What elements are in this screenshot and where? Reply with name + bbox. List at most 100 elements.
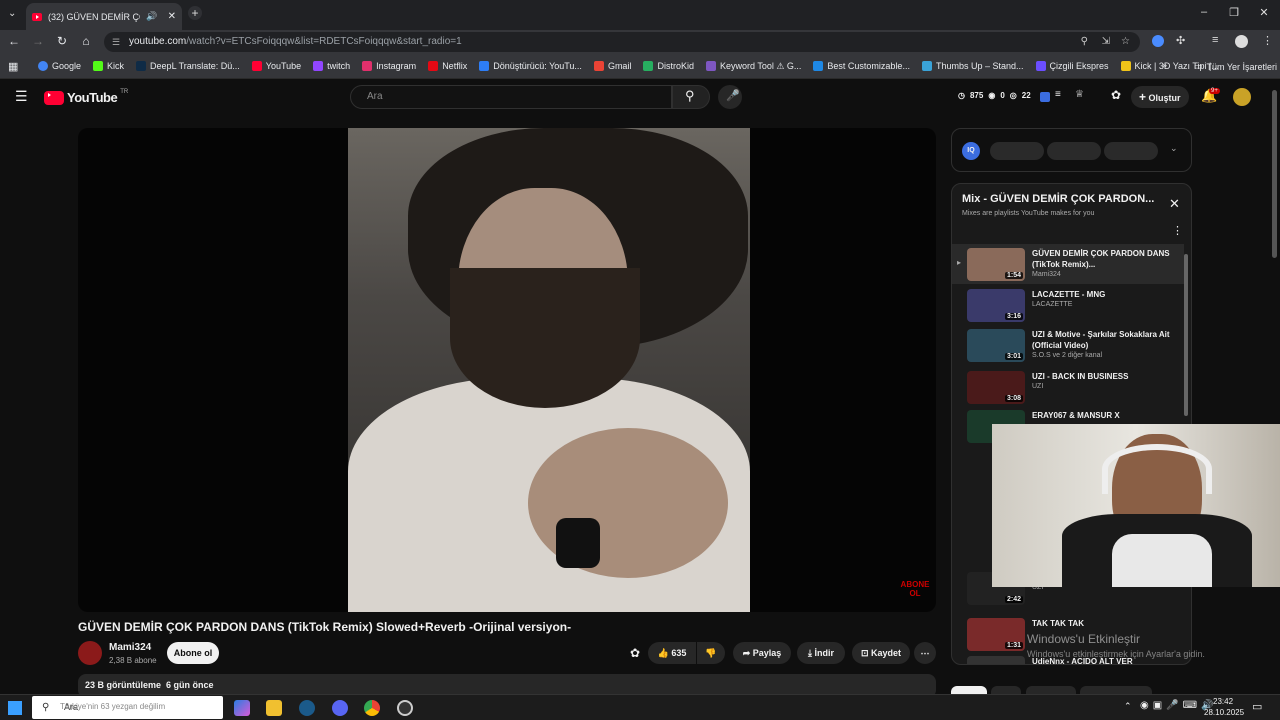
bookmark-deepl[interactable]: DeepL Translate: Dü...	[136, 61, 240, 71]
bookmark-keyword-tool[interactable]: Keyword Tool ⚠ G...	[705, 61, 801, 72]
bookmark-twitch[interactable]: twitch	[313, 61, 350, 71]
bookmark-label: Dönüştürücü: YouTu...	[493, 61, 582, 71]
all-bookmarks-label: Tüm Yer İşaretleri	[1206, 61, 1278, 72]
save-button[interactable]: ⊡ Kaydet	[852, 642, 910, 664]
restore-button[interactable]: ❐	[1224, 6, 1244, 22]
iq-logo-icon[interactable]: IQ	[962, 142, 980, 160]
region-code: TR	[120, 88, 129, 95]
copilot-icon[interactable]	[234, 700, 250, 716]
browser-tab[interactable]: (32) GÜVEN DEMİR ÇOK PARDON 🔊 ✕	[26, 3, 182, 30]
duration-badge: 3:01	[1004, 353, 1023, 360]
reading-list-icon[interactable]: ≡	[1212, 34, 1218, 46]
iq-icon[interactable]	[1040, 92, 1050, 102]
bookmark-cizgili[interactable]: Çizgili Ekspres	[1035, 61, 1109, 71]
audio-icon[interactable]: 🔊	[146, 11, 157, 22]
close-window-button[interactable]: ✕	[1254, 6, 1274, 22]
tab-search-icon[interactable]: ⌄	[8, 8, 16, 19]
trophy-icon[interactable]: ♕	[1075, 89, 1084, 100]
bookmark-label: Çizgili Ekspres	[1049, 61, 1109, 71]
bookmark-google[interactable]: Google	[38, 61, 81, 71]
minimize-button[interactable]: –	[1194, 6, 1214, 22]
bookmark-best-customizable[interactable]: Best Customizable...	[813, 61, 910, 71]
close-mix-icon[interactable]: ✕	[1169, 196, 1180, 212]
tray-chevron-icon[interactable]: ⌃	[1124, 701, 1132, 712]
search-button[interactable]: ⚲	[672, 85, 710, 109]
video-player[interactable]: ABONE OL	[78, 128, 936, 612]
menu-dots-icon[interactable]: ⋮	[1262, 34, 1273, 47]
bookmark-thumbs-up[interactable]: Thumbs Up – Stand...	[921, 61, 1024, 71]
address-bar-row: ← → ↻ ⌂ ☰ youtube.com/watch?v=ETCsFoiqqq…	[0, 30, 1280, 54]
bookmark-converter[interactable]: Dönüştürücü: YouTu...	[479, 61, 582, 71]
channel-name[interactable]: Mami324	[109, 642, 151, 653]
share-button[interactable]: ➦ Paylaş	[733, 642, 791, 664]
install-icon[interactable]: ⇲	[1102, 32, 1110, 52]
page-scrollbar[interactable]	[1272, 90, 1277, 258]
home-icon[interactable]: ⌂	[78, 34, 94, 48]
bookmark-label: twitch	[327, 61, 351, 71]
extensions-puzzle-icon[interactable]: ✣	[1176, 34, 1185, 47]
search-icon: ⚲	[685, 88, 695, 103]
voice-search-button[interactable]: 🎤	[718, 85, 742, 109]
bookmark-distrokid[interactable]: DistroKid	[643, 61, 694, 71]
extension-action-icon[interactable]: ✿	[630, 646, 640, 660]
list-icon[interactable]: ≡	[1055, 89, 1061, 100]
obs-icon[interactable]	[397, 700, 413, 716]
back-icon[interactable]: ←	[6, 34, 22, 48]
chrome-icon[interactable]	[364, 700, 380, 716]
extension-stats[interactable]: ◷ 875 ◉ 0 ◎ 22	[958, 91, 1031, 100]
playlist-item[interactable]: 1:54 GÜVEN DEMİR ÇOK PARDON DANS (TikTok …	[952, 244, 1184, 284]
notification-center-icon[interactable]: ▭	[1252, 700, 1262, 713]
create-label: Oluştur	[1148, 93, 1181, 103]
keyword-tool-icon	[705, 61, 716, 71]
file-explorer-icon[interactable]	[266, 700, 282, 716]
site-info-icon[interactable]: ☰	[112, 32, 120, 52]
all-bookmarks[interactable]: ▭ Tüm Yer İşaretleri	[1194, 61, 1277, 72]
bookmark-star-icon[interactable]: ☆	[1121, 32, 1130, 52]
zoom-icon[interactable]: ⚲	[1081, 32, 1088, 52]
new-tab-button[interactable]: +	[188, 6, 202, 20]
bookmark-kick[interactable]: Kick	[93, 61, 124, 71]
steam-icon[interactable]	[299, 700, 315, 716]
channel-avatar[interactable]	[78, 641, 102, 665]
search-input[interactable]: Ara	[350, 85, 672, 109]
forward-icon[interactable]: →	[30, 34, 46, 48]
bookmark-gmail[interactable]: Gmail	[593, 61, 631, 71]
taskbar-search-icon: ⚲	[42, 702, 50, 713]
download-button[interactable]: ⤓ İndir	[797, 642, 845, 664]
playlist-item[interactable]: 3:16 LACAZETTE - MNG LACAZETTE	[952, 285, 1184, 325]
playlist-item[interactable]: 3:01 UZI & Motive - Şarkılar Sokaklara Ai…	[952, 325, 1184, 365]
bookmark-icon: ⊡	[860, 648, 869, 658]
profile-avatar[interactable]	[1235, 35, 1248, 48]
subscribe-button[interactable]: Abone ol	[167, 642, 219, 664]
start-windows-icon[interactable]	[8, 701, 22, 715]
more-bookmarks-icon[interactable]: »	[1162, 60, 1167, 70]
bookmark-instagram[interactable]: Instagram	[362, 61, 416, 71]
bookmark-netflix[interactable]: Netflix	[428, 61, 467, 71]
playlist-item[interactable]: 3:08 UZI - BACK IN BUSINESS UZI	[952, 367, 1184, 407]
close-tab-icon[interactable]: ✕	[168, 11, 176, 22]
playlist-scrollbar[interactable]	[1184, 254, 1188, 416]
taskbar-search[interactable]: ⚲ Ara Türkiye'nin 63 yezgan değilim	[32, 696, 223, 719]
like-button[interactable]: 👍 635	[648, 642, 696, 664]
apps-grid-icon[interactable]: ▦	[8, 60, 18, 73]
youtube-logo[interactable]: YouTube TR	[44, 88, 129, 105]
dislike-button[interactable]: 👎	[697, 642, 725, 664]
more-actions-button[interactable]: ⋯	[914, 642, 936, 664]
hamburger-menu-icon[interactable]: ☰	[15, 88, 28, 105]
account-avatar[interactable]	[1233, 88, 1251, 106]
bookmark-youtube[interactable]: YouTube	[251, 61, 301, 71]
bookmark-label: Thumbs Up – Stand...	[935, 61, 1024, 71]
url-field[interactable]: ☰ youtube.com/watch?v=ETCsFoiqqqw&list=R…	[104, 32, 1140, 52]
mix-menu-icon[interactable]: ⋮	[1172, 224, 1183, 237]
extension-pill-3[interactable]	[1104, 142, 1158, 160]
extension-pill-1[interactable]	[990, 142, 1044, 160]
extension-icon[interactable]	[1152, 35, 1164, 47]
discord-icon[interactable]	[332, 700, 348, 716]
clock-time[interactable]: 23:42	[1213, 697, 1233, 706]
reload-icon[interactable]: ↻	[54, 34, 70, 48]
extension-pill-2[interactable]	[1047, 142, 1101, 160]
expand-chevron-icon[interactable]: ⌄	[1170, 143, 1178, 154]
create-button[interactable]: + Oluştur	[1131, 86, 1189, 108]
clock-date[interactable]: 28.10.2025	[1204, 708, 1244, 717]
extension-gear-icon[interactable]: ✿	[1111, 88, 1121, 102]
